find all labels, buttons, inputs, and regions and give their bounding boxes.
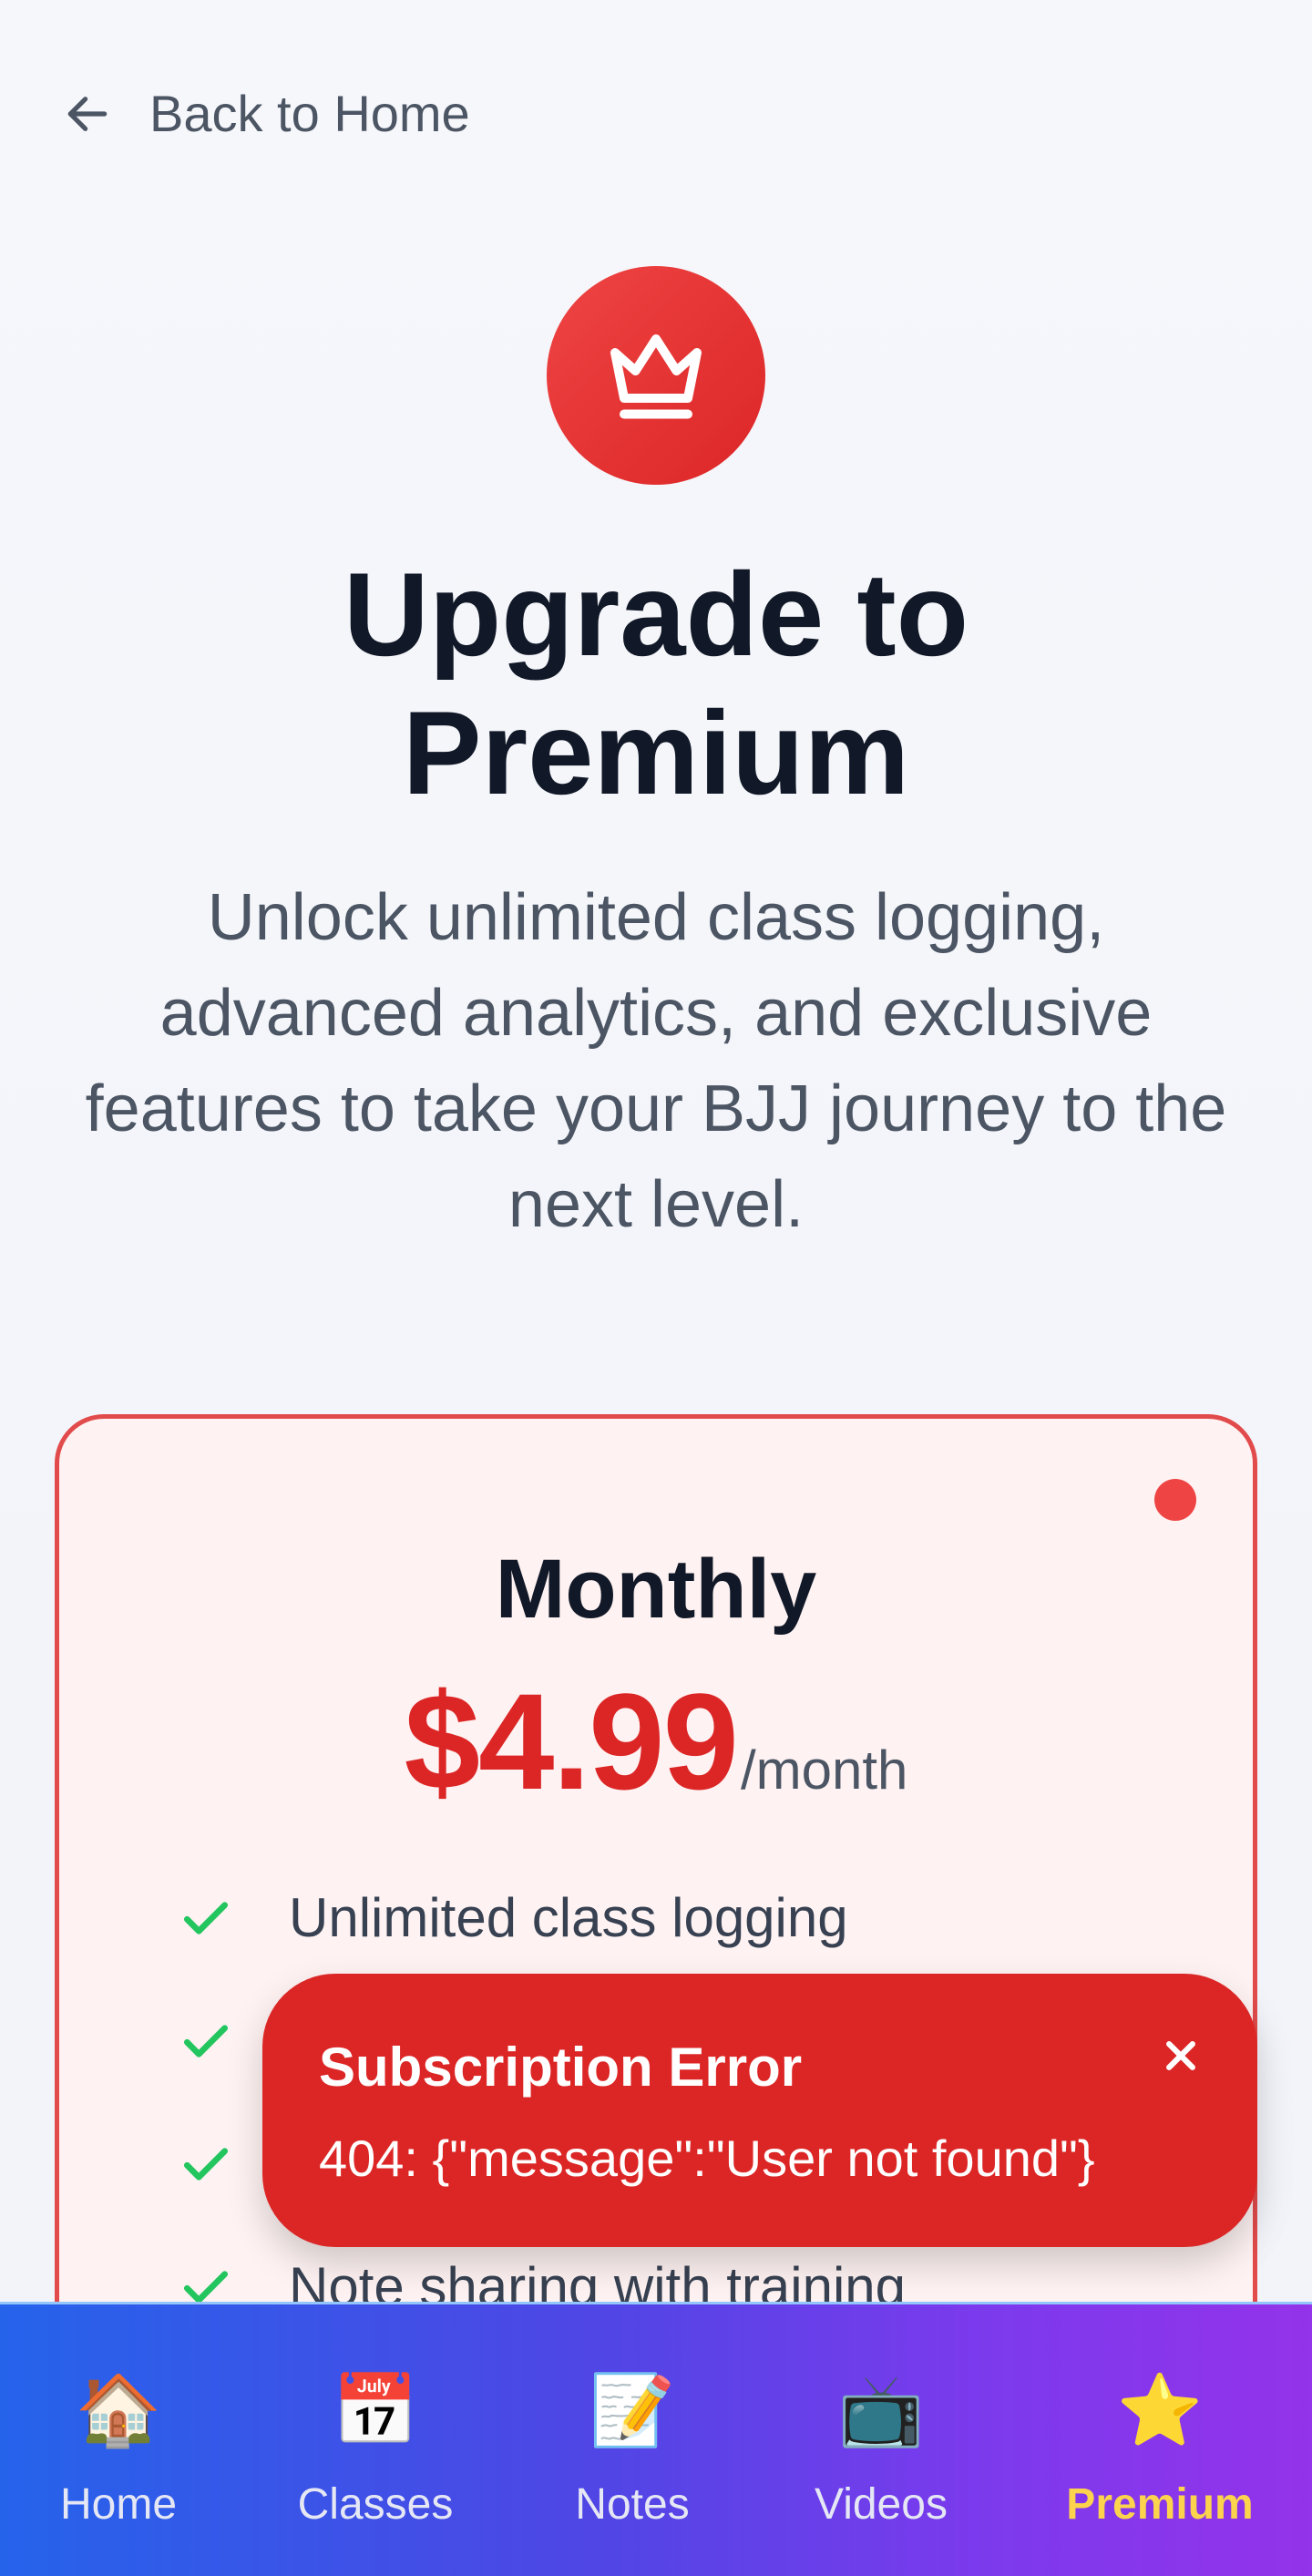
plan-period: /month (740, 1740, 908, 1801)
nav-label: Home (59, 2480, 178, 2529)
bottom-nav: 🏠 Home 📅 Classes 📝 Notes 📺 Videos ⭐ Prem… (0, 2302, 1312, 2576)
back-label: Back to Home (149, 85, 470, 142)
back-to-home-link[interactable]: Back to Home (62, 84, 470, 143)
close-icon (1166, 2041, 1195, 2070)
nav-item-notes[interactable]: 📝 Notes (541, 2304, 723, 2576)
crown-badge (547, 266, 765, 485)
home-icon: 🏠 (75, 2372, 162, 2449)
memo-icon: 📝 (589, 2372, 676, 2449)
plan-price: $4.99 (404, 1665, 739, 1818)
nav-item-classes[interactable]: 📅 Classes (284, 2304, 466, 2576)
calendar-icon: 📅 (332, 2372, 419, 2449)
toast-title: Subscription Error (319, 2037, 803, 2098)
title-line-2: Premium (402, 686, 910, 819)
crown-icon (610, 334, 702, 419)
feature-item: Unlimited class logging (178, 1856, 1180, 1979)
nav-label: Notes (575, 2480, 690, 2529)
toast-message: 404: {"message":"User not found"} (319, 2130, 1095, 2187)
tv-icon: 📺 (837, 2372, 925, 2449)
nav-item-home[interactable]: 🏠 Home (27, 2304, 210, 2576)
price-row: $4.99 /month (59, 1663, 1253, 1821)
page-title: Upgrade to Premium (0, 545, 1312, 822)
check-icon (183, 2147, 229, 2181)
plan-name: Monthly (495, 1543, 817, 1636)
feature-text: Unlimited class logging (289, 1887, 848, 1948)
nav-label: Videos (815, 2480, 948, 2529)
title-line-1: Upgrade to (343, 548, 969, 681)
nav-item-videos[interactable]: 📺 Videos (790, 2304, 972, 2576)
toast-close-button[interactable] (1152, 2027, 1210, 2085)
nav-label: Premium (1066, 2480, 1254, 2529)
error-toast: Subscription Error 404: {"message":"User… (262, 1974, 1257, 2247)
check-icon (183, 2024, 229, 2058)
arrow-left-icon (67, 96, 108, 131)
selected-indicator (1154, 1479, 1196, 1521)
page-subtitle: Unlock unlimited class logging, advanced… (85, 881, 1227, 1241)
star-icon: ⭐ (1116, 2372, 1204, 2449)
nav-item-premium[interactable]: ⭐ Premium (1051, 2304, 1269, 2576)
check-icon (183, 1901, 229, 1935)
upgrade-page: Back to Home Upgrade to Premium Unlock u… (0, 0, 1312, 2576)
nav-label: Classes (297, 2480, 454, 2529)
